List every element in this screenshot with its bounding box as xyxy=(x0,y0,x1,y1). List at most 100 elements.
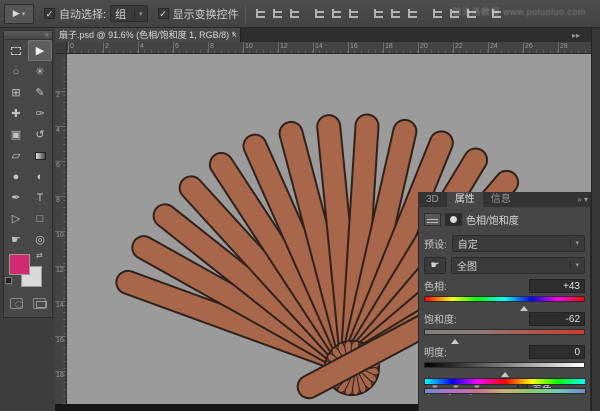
zoom-tool[interactable]: ◎ xyxy=(28,229,52,250)
ruler-label: 12 xyxy=(56,267,64,274)
align-right-edges-button[interactable] xyxy=(346,6,361,21)
preset-value: 自定 xyxy=(458,236,478,251)
distribute-vertical-centers-button[interactable] xyxy=(388,6,403,21)
chevron-down-icon: ▾ xyxy=(22,10,26,18)
watermark: 破洛洛教程 www.poluoluo.com xyxy=(452,5,586,18)
horizontal-ruler: 0246810121416182022242628 xyxy=(67,42,591,54)
ruler-label: 6 xyxy=(175,43,179,50)
document-tab-title: 扇子.psd @ 91.6% (色相/饱和度 1, RGB/8) * xyxy=(59,30,235,40)
hue-slider-track[interactable] xyxy=(424,296,585,302)
screen-mode-button[interactable] xyxy=(33,298,46,309)
shape-tool[interactable]: □ xyxy=(28,208,52,229)
ruler-label: 2 xyxy=(56,92,60,99)
options-bar: ▶ ▾ ✓ 自动选择: 组 ▾ ✓ 显示变换控件 破洛洛教程 www.poluo… xyxy=(0,0,600,28)
saturation-slider-row: 饱和度: -62 xyxy=(419,311,590,341)
distribute-top-edges-button[interactable] xyxy=(371,6,386,21)
align-bottom-edges-button[interactable] xyxy=(287,6,302,21)
path-selection-tool[interactable]: ▷ xyxy=(4,208,28,229)
distribute-left-edges-icon xyxy=(433,9,442,18)
lightness-value-field[interactable]: 0 xyxy=(529,345,585,359)
ruler-label: 28 xyxy=(560,43,568,50)
channel-value: 全图 xyxy=(457,258,477,273)
lightness-slider-row: 明度:0 xyxy=(419,344,590,374)
blur-tool[interactable]: ● xyxy=(4,166,28,187)
panel-tab-3D[interactable]: 3D xyxy=(418,192,447,207)
panel-tab-bar: 3D属性信息 » ▾ xyxy=(418,192,591,207)
crop-tool[interactable]: ⊞ xyxy=(4,82,28,103)
ruler-label: 10 xyxy=(56,232,64,239)
saturation-label: 饱和度: xyxy=(424,311,457,326)
hue-value-field[interactable]: +43 xyxy=(529,279,585,293)
show-transform-checkbox[interactable]: ✓ xyxy=(158,8,169,19)
chevron-down-icon: ▾ xyxy=(134,10,143,18)
saturation-slider-track[interactable] xyxy=(424,329,585,335)
rectangular-marquee-tool-icon xyxy=(11,47,21,55)
ruler-label: 14 xyxy=(56,302,64,309)
align-bottom-edges-icon xyxy=(290,9,299,18)
default-colors-icon[interactable] xyxy=(6,278,13,285)
foreground-color-swatch[interactable] xyxy=(9,254,30,275)
channel-select[interactable]: 全图 ▾ xyxy=(451,257,585,274)
hue-slider-row: 色相: +43 xyxy=(419,278,590,308)
move-tool[interactable]: ▶ xyxy=(28,40,52,61)
close-icon[interactable]: × xyxy=(232,28,237,42)
align-vertical-centers-icon xyxy=(273,9,282,18)
tools-panel: « ▶○✳⊞✎✚✑▣↺▱●◐✒T▷□☛◎ ⇄ xyxy=(3,30,53,318)
move-tool-icon: ▶ xyxy=(13,8,20,19)
quick-selection-tool[interactable]: ✳ xyxy=(28,61,52,82)
distribute-left-edges-button[interactable] xyxy=(430,6,445,21)
ruler-label: 0 xyxy=(70,43,74,50)
lightness-slider-thumb[interactable] xyxy=(501,368,509,377)
move-tool-preset-button[interactable]: ▶ ▾ xyxy=(4,4,34,24)
tools-panel-header[interactable]: « xyxy=(4,31,52,40)
chevron-down-icon: ▾ xyxy=(570,261,579,269)
eyedropper-tool[interactable]: ✎ xyxy=(28,82,52,103)
targeted-adjustment-button[interactable]: ☛ xyxy=(424,257,446,274)
auto-select-checkbox[interactable]: ✓ xyxy=(44,8,55,19)
distribute-bottom-edges-button[interactable] xyxy=(405,6,420,21)
panel-title: 色相/饱和度 xyxy=(466,212,519,227)
ruler-label: 14 xyxy=(315,43,323,50)
hue-label: 色相: xyxy=(424,278,447,293)
healing-brush-tool[interactable]: ✚ xyxy=(4,103,28,124)
lasso-tool[interactable]: ○ xyxy=(4,61,28,82)
history-brush-tool[interactable]: ↺ xyxy=(28,124,52,145)
hue-spectrum-input xyxy=(424,378,586,385)
align-horizontal-centers-button[interactable] xyxy=(329,6,344,21)
align-left-edges-button[interactable] xyxy=(312,6,327,21)
ruler-label: 22 xyxy=(455,43,463,50)
collapse-panels-icon[interactable]: ▸▸ xyxy=(572,31,580,40)
align-top-edges-button[interactable] xyxy=(253,6,268,21)
ruler-label: 16 xyxy=(350,43,358,50)
hand-tool[interactable]: ☛ xyxy=(4,229,28,250)
panel-tab-信息[interactable]: 信息 xyxy=(483,192,519,207)
brush-tool[interactable]: ✑ xyxy=(28,103,52,124)
align-vertical-centers-button[interactable] xyxy=(270,6,285,21)
swap-colors-icon[interactable]: ⇄ xyxy=(36,251,43,260)
panel-tab-属性[interactable]: 属性 xyxy=(447,192,483,207)
align-right-edges-icon xyxy=(349,9,358,18)
preset-select[interactable]: 自定 ▾ xyxy=(452,235,585,252)
auto-select-mode-value: 组 xyxy=(115,6,126,22)
dodge-tool[interactable]: ◐ xyxy=(28,166,52,187)
hue-slider-thumb[interactable] xyxy=(520,302,528,311)
rectangular-marquee-tool[interactable] xyxy=(4,40,28,61)
auto-select-mode-dropdown[interactable]: 组 ▾ xyxy=(110,5,148,22)
panel-menu-icon[interactable]: » ▾ xyxy=(577,192,591,207)
gradient-tool[interactable] xyxy=(28,145,52,166)
clone-stamp-tool[interactable]: ▣ xyxy=(4,124,28,145)
quick-mask-button[interactable] xyxy=(10,298,23,309)
adjustment-icon xyxy=(424,213,441,226)
preset-label: 预设: xyxy=(424,236,447,251)
distribute-bottom-edges-icon xyxy=(408,9,417,18)
eraser-tool[interactable]: ▱ xyxy=(4,145,28,166)
saturation-value-field[interactable]: -62 xyxy=(529,312,585,326)
layer-mask-icon[interactable] xyxy=(445,213,462,226)
type-tool[interactable]: T xyxy=(28,187,52,208)
properties-panel: 3D属性信息 » ▾ 色相/饱和度 预设: 自定 ▾ ☛ 全图 ▾ xyxy=(418,192,591,411)
pen-tool[interactable]: ✒ xyxy=(4,187,28,208)
saturation-slider-thumb[interactable] xyxy=(451,335,459,344)
color-swatches: ⇄ xyxy=(4,250,52,294)
hue-spectrum-output xyxy=(424,388,586,394)
document-tab[interactable]: 扇子.psd @ 91.6% (色相/饱和度 1, RGB/8) * × xyxy=(55,28,241,42)
